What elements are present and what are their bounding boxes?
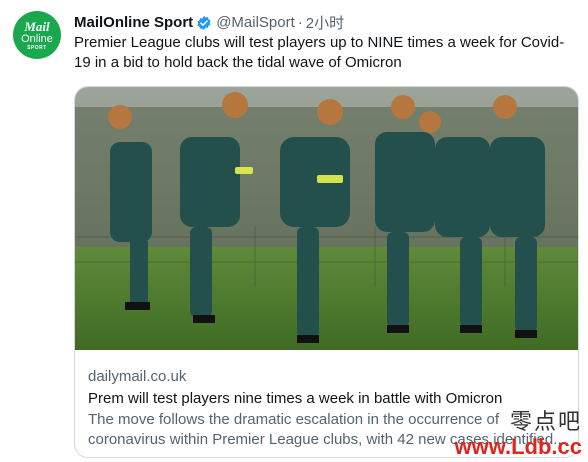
card-title: Prem will test players nine times a week… [88, 390, 503, 407]
avatar-line3: SPORT [27, 44, 47, 51]
tweet-text: Premier League clubs will test players u… [74, 34, 565, 71]
dot-separator: · [297, 14, 303, 31]
card-description: The move follows the dramatic escalation… [88, 411, 566, 448]
football-training-photo[interactable] [75, 87, 578, 350]
author-name[interactable]: MailOnline Sport [74, 14, 193, 31]
link-card[interactable]: dailymail.co.uk Prem will test players n… [74, 86, 579, 458]
card-domain: dailymail.co.uk [88, 368, 187, 385]
tweet-time[interactable]: 2小时 [306, 12, 344, 33]
avatar[interactable]: Mail Online SPORT [13, 11, 61, 59]
avatar-line2: Online [21, 32, 53, 45]
card-meta[interactable]: dailymail.co.uk Prem will test players n… [88, 367, 566, 450]
tweet-header: MailOnline Sport @MailSport · 2小时 [74, 12, 344, 33]
author-handle[interactable]: @MailSport [216, 14, 295, 31]
avatar-line1: Mail [24, 18, 50, 34]
verified-badge-icon [197, 15, 211, 30]
